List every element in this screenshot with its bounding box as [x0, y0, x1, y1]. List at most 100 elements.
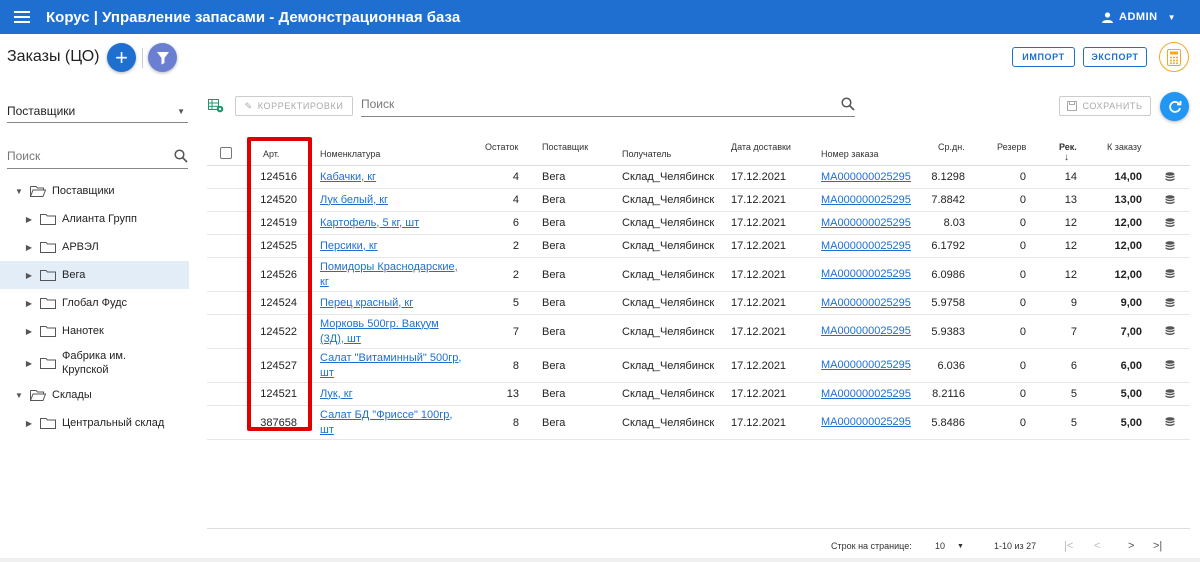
cell-avg-daily-wrap: 8.03 [917, 212, 965, 234]
chevron-right-icon[interactable]: ▶ [24, 327, 34, 336]
tree-item[interactable]: ▶ Алианта Групп [0, 205, 189, 233]
user-menu[interactable]: ADMIN ▼ [1102, 0, 1176, 34]
cell-order-number[interactable]: МА000000025295 [821, 216, 911, 231]
cell-nomenclature[interactable]: Помидоры Краснодарские, кг [320, 260, 465, 290]
cell-order-number[interactable]: МА000000025295 [821, 358, 911, 373]
cell-order-number[interactable]: МА000000025295 [821, 193, 911, 208]
prev-page-icon[interactable]: < [1094, 540, 1100, 552]
col-recommended[interactable]: Рек. ↓ [1059, 142, 1077, 163]
database-icon[interactable] [1165, 292, 1179, 314]
tree-item[interactable]: ▶ Глобал Фудс [0, 289, 189, 317]
cell-nomenclature[interactable]: Перец красный, кг [320, 296, 413, 311]
cell-nomenclature[interactable]: Лук белый, кг [320, 193, 388, 208]
calculator-button[interactable] [1159, 42, 1189, 72]
chevron-right-icon[interactable]: ▶ [24, 359, 34, 368]
database-icon[interactable] [1165, 406, 1179, 439]
save-button[interactable]: СОХРАНИТЬ [1059, 96, 1151, 116]
database-icon[interactable] [1165, 235, 1179, 257]
database-icon[interactable] [1165, 212, 1179, 234]
database-icon[interactable] [1165, 383, 1179, 405]
cell-recipient-wrap: Склад_Челябинск [622, 292, 722, 314]
col-art[interactable]: Арт. [263, 149, 279, 159]
chevron-right-icon[interactable]: ▶ [24, 271, 34, 280]
tree-item[interactable]: ▶ Нанотек [0, 317, 189, 345]
database-icon[interactable] [1165, 315, 1179, 348]
cell-order-number[interactable]: МА000000025295 [821, 296, 911, 311]
table-settings-icon[interactable] [208, 99, 224, 118]
chevron-down-icon[interactable]: ▼ [14, 391, 24, 400]
table-row[interactable]: 124522 Морковь 500гр. Вакуум (3Д), шт 7 Вег… [207, 315, 1190, 349]
search-icon[interactable] [174, 148, 188, 163]
tree-item[interactable]: ▶ Вега [0, 261, 189, 289]
filter-button[interactable] [148, 43, 177, 72]
table-row[interactable]: 387658 Салат БД "Фриссе" 100гр, шт 8 Вега Ск… [207, 406, 1190, 440]
sidebar-search-input[interactable]: Поиск [7, 143, 188, 169]
cell-order-number-wrap: МА000000025295 [821, 349, 921, 382]
chevron-right-icon[interactable]: ▶ [24, 419, 34, 428]
chevron-right-icon[interactable]: ▶ [24, 299, 34, 308]
cell-nomenclature[interactable]: Салат БД "Фриссе" 100гр, шт [320, 408, 465, 438]
next-page-icon[interactable]: > [1128, 540, 1134, 552]
table-row[interactable]: 124524 Перец красный, кг 5 Вега Склад_Челяби… [207, 292, 1190, 315]
table-search-input[interactable]: Поиск [361, 92, 855, 117]
table-row[interactable]: 124519 Картофель, 5 кг, шт 6 Вега Склад_Челя… [207, 212, 1190, 235]
tree-item[interactable]: ▼ Склады [0, 381, 189, 409]
export-button[interactable]: ЭКСПОРТ [1083, 47, 1147, 67]
cell-nomenclature[interactable]: Лук, кг [320, 387, 353, 402]
chevron-right-icon[interactable]: ▶ [24, 215, 34, 224]
cell-delivery-date-wrap: 17.12.2021 [731, 166, 811, 188]
cell-order-number[interactable]: МА000000025295 [821, 170, 911, 185]
tree-item[interactable]: ▶ Центральный склад [0, 409, 189, 437]
col-recipient[interactable]: Получатель [622, 149, 671, 159]
database-icon[interactable] [1165, 189, 1179, 211]
table-row[interactable]: 124520 Лук белый, кг 4 Вега Склад_Челябинск 1… [207, 189, 1190, 212]
add-button[interactable]: + [107, 43, 136, 72]
cell-order-number[interactable]: МА000000025295 [821, 415, 911, 430]
last-page-icon[interactable]: >| [1153, 540, 1162, 552]
tree-item[interactable]: ▼ Поставщики [0, 177, 189, 205]
col-avg-daily[interactable]: Ср.дн. [938, 142, 965, 152]
cell-order-number[interactable]: МА000000025295 [821, 267, 911, 282]
cell-nomenclature[interactable]: Кабачки, кг [320, 170, 376, 185]
cell-order-number[interactable]: МА000000025295 [821, 324, 911, 339]
import-button[interactable]: ИМПОРТ [1012, 47, 1075, 67]
cell-order-number[interactable]: МА000000025295 [821, 387, 911, 402]
table-row[interactable]: 124526 Помидоры Краснодарские, кг 2 Вега Скл… [207, 258, 1190, 292]
table-row[interactable]: 124516 Кабачки, кг 4 Вега Склад_Челябинск 17.… [207, 166, 1190, 189]
cell-nomenclature-wrap: Лук белый, кг [320, 189, 465, 211]
database-icon[interactable] [1165, 166, 1179, 188]
tree-item[interactable]: ▶ Фабрика им. Крупской [0, 345, 189, 381]
table-row[interactable]: 124525 Персики, кг 2 Вега Склад_Челябинск 17.… [207, 235, 1190, 258]
cell-nomenclature[interactable]: Персики, кг [320, 239, 378, 254]
sidebar-view-select[interactable]: Поставщики ▼ [7, 100, 188, 123]
select-all-checkbox[interactable] [220, 147, 232, 159]
col-to-order[interactable]: К заказу [1107, 142, 1141, 152]
cell-nomenclature[interactable]: Салат "Витаминный" 500гр, шт [320, 351, 465, 381]
col-order-number[interactable]: Номер заказа [821, 149, 879, 159]
rows-per-page-select[interactable]: 10 ▼ [935, 541, 964, 551]
col-delivery-date[interactable]: Дата доставки [731, 142, 791, 152]
refresh-button[interactable] [1160, 92, 1189, 121]
chevron-right-icon[interactable]: ▶ [24, 243, 34, 252]
cell-nomenclature[interactable]: Морковь 500гр. Вакуум (3Д), шт [320, 317, 465, 347]
orders-table: Арт. Номенклатура Остаток Поставщик Полу… [207, 136, 1190, 440]
table-row[interactable]: 124527 Салат "Витаминный" 500гр, шт 8 Вега С… [207, 349, 1190, 383]
chevron-down-icon[interactable]: ▼ [14, 187, 24, 196]
database-icon[interactable] [1165, 258, 1179, 291]
col-nomenclature[interactable]: Номенклатура [320, 149, 380, 159]
cell-order-number[interactable]: МА000000025295 [821, 239, 911, 254]
col-supplier[interactable]: Поставщик [542, 142, 588, 152]
tree-item[interactable]: ▶ АРВЭЛ [0, 233, 189, 261]
database-icon[interactable] [1165, 349, 1179, 382]
menu-icon[interactable] [0, 10, 44, 24]
cell-nomenclature[interactable]: Картофель, 5 кг, шт [320, 216, 419, 231]
corrections-label: КОРРЕКТИРОВКИ [257, 101, 344, 111]
first-page-icon[interactable]: |< [1064, 540, 1073, 552]
table-row[interactable]: 124521 Лук, кг 13 Вега Склад_Челябинск 17.12.… [207, 383, 1190, 406]
col-reserve[interactable]: Резерв [997, 142, 1026, 152]
search-icon[interactable] [841, 97, 855, 111]
cell-recipient: Склад_Челябинск [622, 359, 715, 372]
corrections-button[interactable]: ✎ КОРРЕКТИРОВКИ [235, 96, 353, 116]
col-stock[interactable]: Остаток [485, 142, 518, 152]
cell-to-order: 5,00 [1120, 416, 1142, 429]
